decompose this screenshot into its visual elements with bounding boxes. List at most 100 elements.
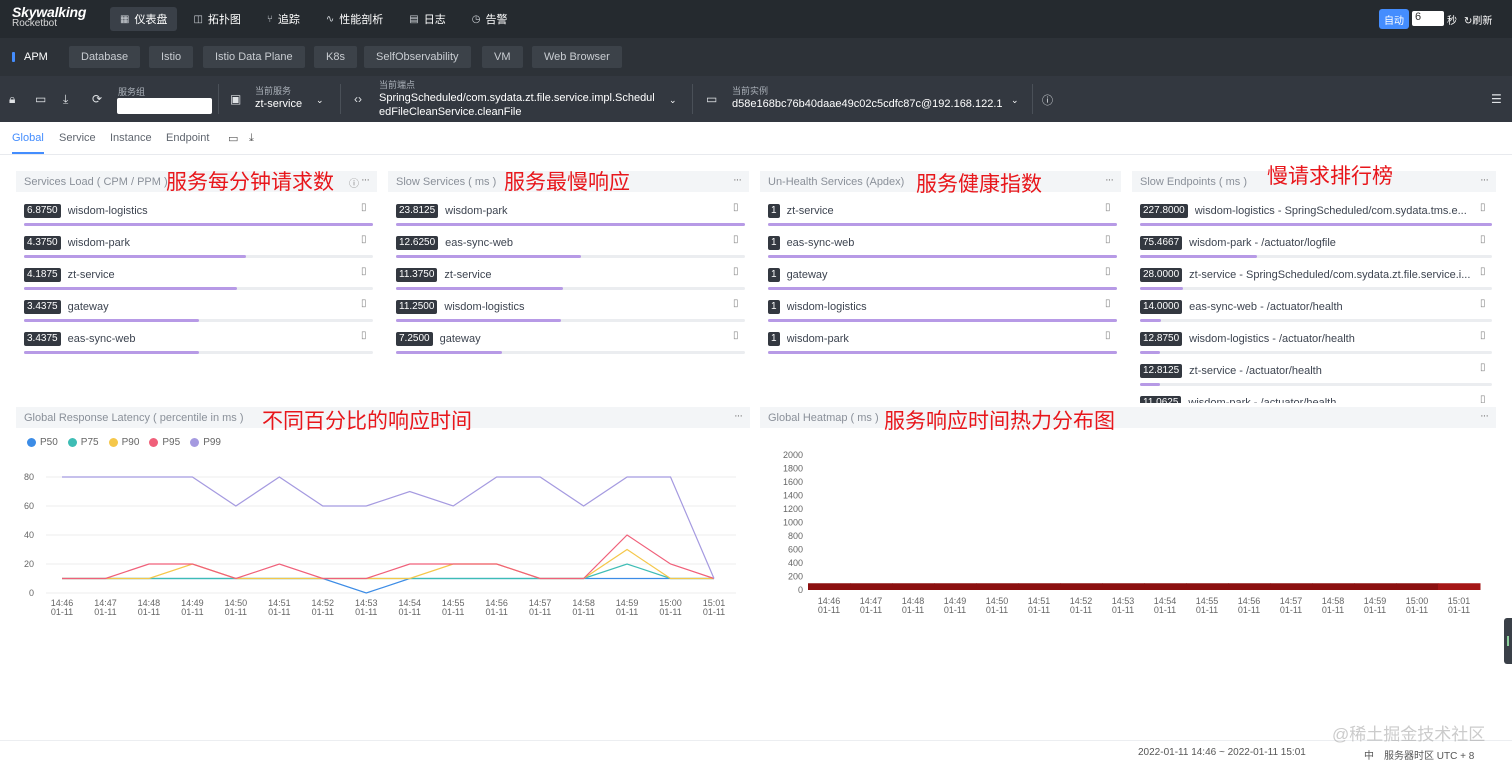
copy-icon[interactable]: ▯ — [1105, 298, 1111, 309]
list-item[interactable]: 7.2500 gateway ▯ — [396, 330, 745, 358]
heatmap-cell[interactable] — [934, 583, 977, 590]
list-item[interactable]: 227.8000 wisdom-logistics - SpringSchedul… — [1140, 202, 1492, 230]
tab-instance[interactable]: Instance — [110, 132, 152, 144]
heatmap-cell[interactable] — [1396, 583, 1439, 590]
series-line-p99[interactable] — [62, 476, 715, 579]
chevron-down-icon[interactable]: ⌄ — [316, 95, 324, 106]
copy-icon[interactable]: ▯ — [733, 298, 739, 309]
copy-icon[interactable]: ▯ — [1480, 234, 1486, 245]
list-item[interactable]: 1 eas-sync-web ▯ — [768, 234, 1117, 262]
current-endpoint-selector[interactable]: 当前端点 SpringScheduled/com.sydata.zt.file.… — [379, 78, 655, 119]
heatmap-cell[interactable] — [1354, 583, 1397, 590]
heatmap-cell[interactable] — [808, 583, 851, 590]
app-logo[interactable]: Skywalking Rocketbot — [12, 5, 86, 30]
list-item[interactable]: 23.8125 wisdom-park ▯ — [396, 202, 745, 230]
list-item[interactable]: 1 wisdom-park ▯ — [768, 330, 1117, 358]
list-item[interactable]: 11.0625 wisdom-park - /actuator/health ▯ — [1140, 394, 1492, 403]
nav-item-log[interactable]: ▤ 日志 — [399, 7, 455, 31]
sidebar-toggle-icon[interactable]: ☰ — [1491, 92, 1502, 106]
nav-item-topology[interactable]: ◫ 拓扑图 — [183, 7, 250, 31]
lock-icon[interactable]: 🔒︎ — [9, 92, 15, 107]
heatmap-cell[interactable] — [1018, 583, 1061, 590]
tab-endpoint[interactable]: Endpoint — [166, 132, 209, 144]
copy-icon[interactable]: ▯ — [733, 330, 739, 341]
current-service-selector[interactable]: 当前服务 zt-service — [255, 84, 302, 111]
more-options-icon[interactable]: ··· — [1105, 174, 1114, 186]
list-item[interactable]: 12.8125 zt-service - /actuator/health ▯ — [1140, 362, 1492, 390]
list-item[interactable]: 14.0000 eas-sync-web - /actuator/health ▯ — [1140, 298, 1492, 326]
list-item[interactable]: 4.3750 wisdom-park ▯ — [24, 234, 373, 262]
legend-item[interactable]: P75 — [67, 437, 99, 448]
heatmap-cell[interactable] — [892, 583, 935, 590]
auto-refresh-button[interactable]: 自动 — [1379, 9, 1409, 29]
heatmap-cell[interactable] — [1186, 583, 1229, 590]
series-line-p50[interactable] — [62, 577, 714, 594]
heatmap-cell[interactable] — [1144, 583, 1187, 590]
legend-item[interactable]: P99 — [190, 437, 221, 448]
language-switch[interactable]: 中 — [1364, 747, 1374, 762]
copy-icon[interactable]: ▯ — [1105, 266, 1111, 277]
copy-icon[interactable]: ▯ — [361, 330, 367, 341]
chevron-down-icon[interactable]: ⌄ — [669, 95, 677, 106]
list-item[interactable]: 11.3750 zt-service ▯ — [396, 266, 745, 294]
copy-icon[interactable]: ▯ — [1105, 234, 1111, 245]
copy-icon[interactable]: ▯ — [361, 202, 367, 213]
info-icon[interactable]: ⓘ — [349, 175, 359, 190]
list-item[interactable]: 12.8750 wisdom-logistics - /actuator/heal… — [1140, 330, 1492, 358]
list-item[interactable]: 3.4375 eas-sync-web ▯ — [24, 330, 373, 358]
legend-item[interactable]: P50 — [27, 437, 58, 448]
more-options-icon[interactable]: ··· — [361, 174, 370, 186]
copy-icon[interactable]: ▯ — [1105, 202, 1111, 213]
nav-item-profile[interactable]: ∿ 性能剖析 — [316, 7, 393, 31]
copy-icon[interactable]: ▯ — [1480, 266, 1486, 277]
heatmap-cell[interactable] — [976, 583, 1019, 590]
copy-icon[interactable]: ▯ — [1480, 330, 1486, 341]
chevron-down-icon[interactable]: ⌄ — [1011, 95, 1019, 106]
list-item[interactable]: 11.2500 wisdom-logistics ▯ — [396, 298, 745, 326]
layer-tab[interactable]: K8s — [314, 46, 357, 68]
more-options-icon[interactable]: ··· — [734, 410, 743, 422]
download-icon[interactable]: ⤓ — [63, 92, 68, 107]
legend-item[interactable]: P95 — [149, 437, 180, 448]
copy-icon[interactable]: ▯ — [361, 298, 367, 309]
more-options-icon[interactable]: ··· — [1480, 410, 1489, 422]
copy-icon[interactable]: ▯ — [361, 266, 367, 277]
copy-icon[interactable]: ▯ — [1105, 330, 1111, 341]
layer-tab[interactable]: VM — [482, 46, 523, 68]
list-item[interactable]: 1 zt-service ▯ — [768, 202, 1117, 230]
heatmap-cell[interactable] — [1102, 583, 1145, 590]
list-item[interactable]: 4.1875 zt-service ▯ — [24, 266, 373, 294]
heatmap-cell[interactable] — [1270, 583, 1313, 590]
heatmap-cell[interactable] — [850, 583, 893, 590]
layer-tab[interactable]: Database — [69, 46, 141, 68]
list-item[interactable]: 75.4667 wisdom-park - /actuator/logfile ▯ — [1140, 234, 1492, 262]
list-item[interactable]: 12.6250 eas-sync-web ▯ — [396, 234, 745, 262]
copy-icon[interactable]: ▯ — [1480, 362, 1486, 373]
nav-item-dashboard[interactable]: ▦ 仪表盘 — [110, 7, 178, 31]
layer-tab[interactable]: Istio — [149, 46, 194, 68]
list-item[interactable]: 6.8750 wisdom-logistics ▯ — [24, 202, 373, 230]
refresh-interval-input[interactable]: 6 — [1412, 11, 1444, 26]
copy-icon[interactable]: ▯ — [1480, 394, 1486, 403]
folder-icon[interactable]: ▭ — [35, 92, 46, 106]
layer-tab[interactable]: SelfObservability — [364, 46, 471, 68]
tab-global[interactable]: Global — [12, 132, 44, 144]
more-options-icon[interactable]: ··· — [733, 174, 742, 186]
layer-tab[interactable]: APM — [10, 46, 60, 68]
reload-icon[interactable]: ⟳ — [92, 92, 102, 106]
service-group-input[interactable] — [117, 98, 212, 114]
copy-icon[interactable]: ▯ — [733, 234, 739, 245]
heatmap-cell[interactable] — [1060, 583, 1103, 590]
tab-service[interactable]: Service — [59, 132, 96, 144]
list-item[interactable]: 1 gateway ▯ — [768, 266, 1117, 294]
layer-tab[interactable]: Web Browser — [532, 46, 622, 68]
copy-icon[interactable]: ▯ — [733, 202, 739, 213]
list-item[interactable]: 1 wisdom-logistics ▯ — [768, 298, 1117, 326]
nav-item-alarm[interactable]: ◷ 告警 — [462, 7, 518, 31]
heatmap-cell[interactable] — [1312, 583, 1355, 590]
folder-icon[interactable]: ▭ — [228, 132, 238, 145]
layer-tab[interactable]: Istio Data Plane — [203, 46, 305, 68]
info-icon[interactable]: ⓘ — [1042, 92, 1053, 108]
time-range[interactable]: 2022-01-11 14:46 ~ 2022-01-11 15:01 — [1138, 747, 1306, 758]
list-item[interactable]: 3.4375 gateway ▯ — [24, 298, 373, 326]
